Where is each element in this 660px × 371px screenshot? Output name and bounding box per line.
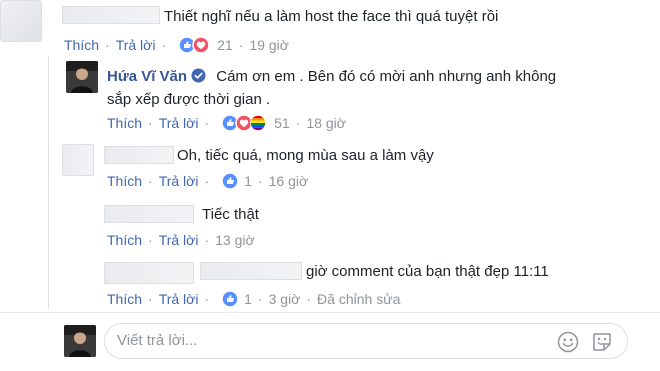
timestamp[interactable]: 18 giờ (306, 114, 346, 132)
comment-text-continued: sắp xếp được thời gian . (107, 91, 271, 108)
separator-dot: · (148, 173, 153, 189)
verified-badge-icon (191, 68, 206, 83)
reaction-icons (221, 172, 239, 190)
separator-dot: · (257, 173, 263, 189)
separator-dot: · (204, 115, 210, 131)
reply-link[interactable]: Trả lời (159, 231, 199, 249)
timestamp[interactable]: 16 giờ (269, 172, 309, 190)
reply-input[interactable] (117, 332, 537, 349)
separator-dot: · (204, 173, 210, 189)
reply-link[interactable]: Trả lời (159, 114, 199, 132)
reaction-count[interactable]: 1 (244, 172, 252, 190)
author-name[interactable]: Hứa Vĩ Văn (107, 68, 187, 85)
avatar-blurred[interactable] (62, 144, 94, 176)
emoji-icon[interactable] (557, 331, 579, 358)
reactions-summary[interactable]: 21 (178, 36, 233, 54)
comment-text: Tiếc thật (202, 206, 259, 223)
mention-name-blurred[interactable] (200, 262, 302, 280)
author-name-blurred[interactable] (104, 205, 194, 223)
comment-text: Oh, tiếc quá, mong mùa sau a làm vậy (177, 147, 434, 164)
comment-actions: Thích · Trả lời · 1 · 16 giờ (107, 172, 308, 190)
comment-header: Hứa Vĩ Văn Cám ơn em . Bên đó có mời anh… (107, 67, 556, 86)
separator-dot: · (204, 291, 210, 307)
reply-composer[interactable] (104, 323, 628, 359)
thread-connector (48, 56, 49, 308)
author-name-blurred[interactable] (62, 6, 160, 24)
comment-actions: Thích · Trả lời · 13 giờ (107, 231, 255, 249)
sticker-icon[interactable] (591, 331, 613, 358)
edited-label[interactable]: Đã chỉnh sửa (317, 290, 400, 308)
avatar-photo (66, 61, 98, 93)
like-link[interactable]: Thích (107, 172, 142, 190)
comment-actions: Thích · Trả lời · 51 · 18 giờ (107, 114, 346, 132)
avatar-blurred[interactable] (0, 0, 42, 42)
reaction-icons (178, 36, 210, 54)
separator-dot: · (148, 232, 153, 248)
comment-actions: Thích · Trả lời · 1 · 3 giờ · Đã chỉnh s… (107, 290, 400, 308)
reaction-icons (221, 114, 267, 132)
timestamp[interactable]: 19 giờ (249, 36, 289, 54)
separator-dot: · (238, 37, 244, 53)
timestamp[interactable]: 3 giờ (269, 290, 301, 308)
reactions-summary[interactable]: 1 (221, 290, 252, 308)
author-name-blurred[interactable] (104, 262, 194, 284)
pride-icon (250, 115, 267, 131)
separator-dot: · (161, 37, 167, 53)
reaction-icons (221, 290, 239, 308)
separator-dot: · (257, 291, 263, 307)
reaction-count[interactable]: 51 (274, 114, 290, 132)
comment-text: giờ comment của bạn thật đẹp 11:11 (306, 263, 549, 280)
separator-dot: · (105, 37, 110, 53)
like-link[interactable]: Thích (107, 231, 142, 249)
like-link[interactable]: Thích (107, 290, 142, 308)
avatar[interactable] (66, 61, 98, 93)
reactions-summary[interactable]: 1 (221, 172, 252, 190)
divider (0, 312, 660, 313)
author-name-blurred[interactable] (104, 146, 174, 164)
comment-actions: Thích · Trả lời · 21 · 19 giờ (64, 36, 289, 54)
like-link[interactable]: Thích (107, 114, 142, 132)
reaction-count[interactable]: 21 (217, 36, 233, 54)
reply-link[interactable]: Trả lời (159, 172, 199, 190)
reply-link[interactable]: Trả lời (159, 290, 199, 308)
separator-dot: · (148, 115, 153, 131)
current-user-avatar[interactable] (64, 325, 96, 357)
separator-dot: · (148, 291, 153, 307)
timestamp[interactable]: 13 giờ (215, 231, 255, 249)
separator-dot: · (306, 291, 312, 307)
reply-link[interactable]: Trả lời (116, 36, 156, 54)
like-link[interactable]: Thích (64, 36, 99, 54)
separator-dot: · (295, 115, 301, 131)
separator-dot: · (204, 232, 210, 248)
reaction-count[interactable]: 1 (244, 290, 252, 308)
avatar-photo (64, 325, 96, 357)
reactions-summary[interactable]: 51 (221, 114, 290, 132)
comment-text: Cám ơn em . Bên đó có mời anh nhưng anh … (216, 68, 557, 85)
comment-text: Thiết nghĩ nếu a làm host the face thì q… (164, 8, 499, 25)
